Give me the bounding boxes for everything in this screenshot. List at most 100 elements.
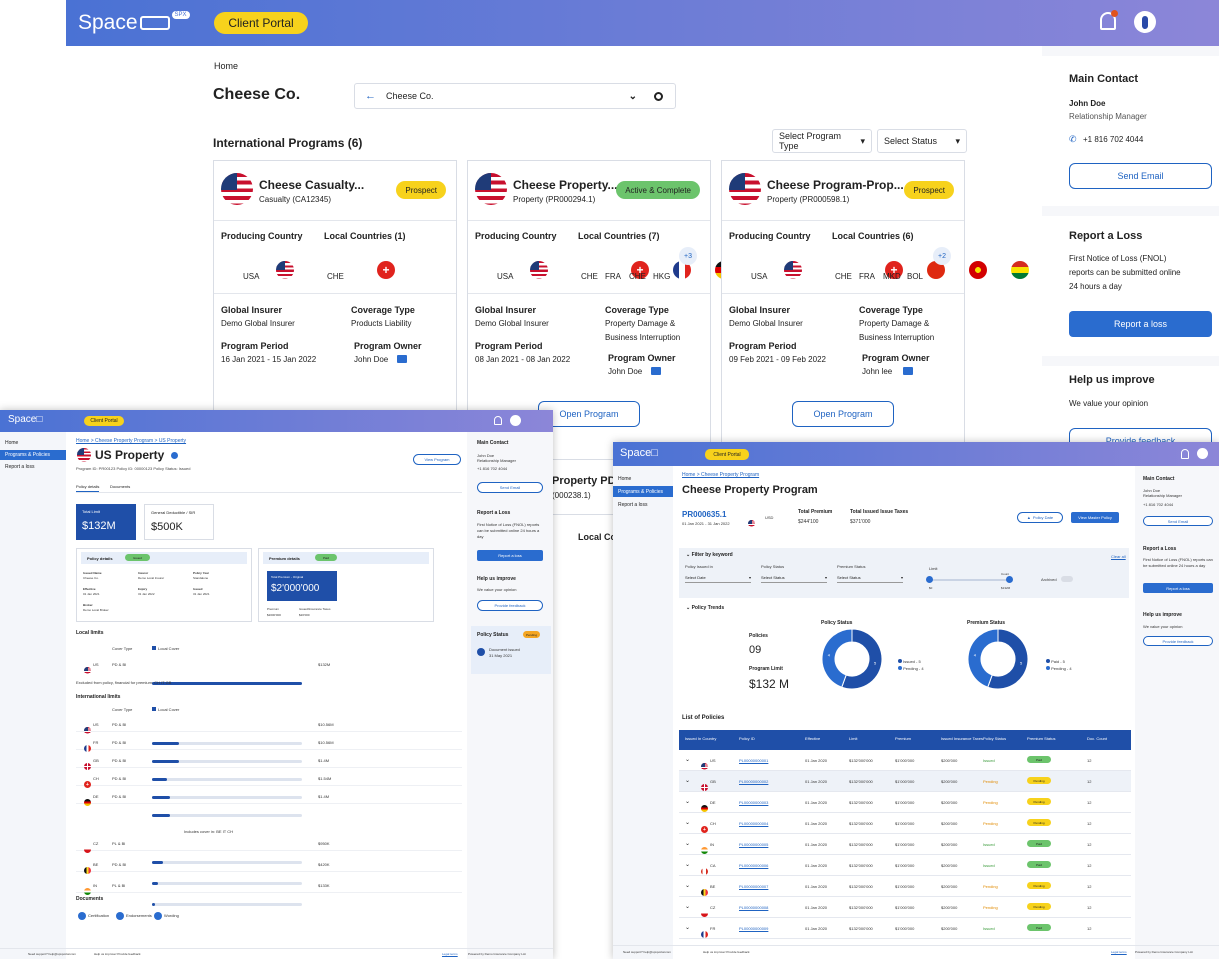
footer-legal[interactable]: Legal terms (1111, 950, 1127, 954)
policy-id-link[interactable]: PL00000000009 (739, 926, 768, 931)
policy-id-link[interactable]: PL00000000004 (739, 821, 768, 826)
bell-icon[interactable] (1181, 449, 1189, 459)
clear-all-link[interactable]: Clear all (1111, 554, 1126, 559)
nav-home[interactable]: Home (618, 476, 631, 482)
open-program-button[interactable]: Open Program (792, 401, 894, 427)
policy-id-link[interactable]: PL00000000007 (739, 884, 768, 889)
column-header[interactable]: Limit (849, 736, 895, 741)
table-row[interactable]: ⌄ CZ PL00000000008 01 Jan 2020 $132'000'000 $… (679, 897, 1131, 918)
expand-chevron-icon[interactable]: ⌄ (685, 903, 690, 910)
contact-phone[interactable]: +1 816 702 4044 (1083, 135, 1143, 144)
report-loss-button[interactable]: Report a loss (477, 550, 543, 561)
program-type-filter[interactable]: Select Program Type ▾ (772, 129, 872, 153)
expand-chevron-icon[interactable]: ⌄ (685, 756, 690, 763)
table-row[interactable]: ⌄ CH PL00000000004 01 Jan 2020 $132'000'000 $… (679, 813, 1131, 834)
client-portal-badge[interactable]: Client Portal (705, 449, 749, 460)
tab-policy-details[interactable]: Policy details (76, 484, 100, 492)
policy-id-link[interactable]: PL00000000008 (739, 905, 768, 910)
expand-chevron-icon[interactable]: ⌄ (685, 798, 690, 805)
document-icon[interactable] (78, 912, 86, 920)
table-row[interactable]: ⌄ BE PL00000000007 01 Jan 2020 $132'000'000 $… (679, 876, 1131, 897)
expand-chevron-icon[interactable]: ⌄ (685, 819, 690, 826)
open-program-button[interactable]: Open Program (538, 401, 640, 427)
contact-card-icon[interactable] (397, 355, 407, 363)
back-arrow-icon[interactable]: ← (365, 90, 376, 102)
document-link[interactable]: Endorsements (126, 913, 152, 918)
table-row[interactable]: ⌄ DE PL00000000003 01 Jan 2020 $132'000'000 $… (679, 792, 1131, 813)
send-email-button[interactable]: Send Email (477, 482, 543, 493)
column-header[interactable]: Effective (805, 736, 851, 741)
user-avatar-icon[interactable] (1197, 448, 1208, 459)
logo[interactable]: Space□ (620, 447, 658, 459)
filter-select[interactable]: Select Status ▾ (761, 572, 827, 583)
expand-chevron-icon[interactable]: ⌄ (685, 840, 690, 847)
view-program-button[interactable]: View Program (413, 454, 461, 465)
contact-phone[interactable]: +1 816 702 4044 (1143, 502, 1173, 507)
document-icon[interactable] (116, 912, 124, 920)
send-email-button[interactable]: Send Email (1069, 163, 1212, 189)
send-email-button[interactable]: Send Email (1143, 516, 1213, 526)
document-link[interactable]: Certification (88, 913, 109, 918)
view-master-policy-button[interactable]: View Master Policy (1071, 512, 1119, 523)
policy-id-link[interactable]: PL00000000006 (739, 863, 768, 868)
tab-documents[interactable]: Documents (110, 484, 130, 489)
breadcrumb[interactable]: Home (214, 61, 238, 71)
column-header[interactable]: Issued In Country (685, 736, 731, 741)
nav-programs-policies[interactable]: Programs & Policies (0, 450, 66, 460)
policy-date-button[interactable]: ▲ Policy Date (1017, 512, 1063, 523)
footer-support[interactable]: Need support? help@spxportal.com (623, 950, 671, 954)
company-selector[interactable]: ← Cheese Co. ⌄ (354, 83, 676, 109)
table-row[interactable]: ⌄ GB PL00000000002 01 Jan 2020 $132'000'000 $… (679, 771, 1131, 792)
policy-id-link[interactable]: PL00000000002 (739, 779, 768, 784)
limit-slider[interactable] (926, 576, 1013, 583)
client-portal-badge[interactable]: Client Portal (214, 12, 308, 34)
column-header[interactable]: Policy Status (983, 736, 1029, 741)
contact-card-icon[interactable] (903, 367, 913, 375)
report-loss-button[interactable]: Report a loss (1143, 583, 1213, 593)
filter-select[interactable]: Select Date ▾ (685, 572, 751, 583)
nav-programs-policies[interactable]: Programs & Policies (613, 486, 673, 497)
document-link[interactable]: Wording (164, 913, 179, 918)
user-avatar-icon[interactable] (1134, 11, 1156, 33)
filter-select[interactable]: Select Status ▾ (837, 572, 903, 583)
column-header[interactable]: Doc. Count (1087, 736, 1133, 741)
expand-chevron-icon[interactable]: ⌄ (685, 861, 690, 868)
slider-handle[interactable] (1006, 576, 1013, 583)
policy-id-link[interactable]: PL00000000005 (739, 842, 768, 847)
chevron-down-icon[interactable]: ⌄ (629, 91, 637, 102)
table-row[interactable]: ⌄ US PL00000000001 01 Jan 2020 $132'000'000 $… (679, 750, 1131, 771)
nav-report-loss[interactable]: Report a loss (618, 502, 647, 508)
contact-phone[interactable]: +1 816 702 4044 (477, 466, 507, 471)
program-card[interactable]: Cheese Program-Prop... Property (PR000598… (721, 160, 1029, 460)
footer-support[interactable]: Need support? help@spxportal.com (28, 952, 76, 956)
expand-chevron-icon[interactable]: ⌄ (685, 882, 690, 889)
policy-id-link[interactable]: PL00000000003 (739, 800, 768, 805)
more-countries-badge[interactable]: +2 (933, 247, 951, 265)
search-icon[interactable] (654, 91, 663, 101)
filter-title[interactable]: ⌄ Filter by keyword (686, 552, 733, 558)
right-breadcrumb[interactable]: Home > Cheese Property Program (682, 472, 759, 478)
slider-handle[interactable] (926, 576, 933, 583)
logo[interactable]: Space SPX (78, 11, 190, 35)
footer-legal[interactable]: Legal terms (442, 952, 458, 956)
status-filter[interactable]: Select Status ▾ (877, 129, 967, 153)
left-breadcrumb[interactable]: Home > Cheese Property Program > US Prop… (76, 438, 186, 444)
table-row[interactable]: ⌄ FR PL00000000009 01 Jan 2020 $132'000'000 $… (679, 918, 1131, 939)
document-icon[interactable] (154, 912, 162, 920)
nav-report-loss[interactable]: Report a loss (5, 464, 34, 470)
nav-home[interactable]: Home (5, 440, 18, 446)
bell-icon[interactable] (494, 416, 502, 425)
footer-feedback[interactable]: Help us improve! Provide feedback (94, 952, 141, 956)
contact-card-icon[interactable] (651, 367, 661, 375)
provide-feedback-button[interactable]: Provide feedback (1143, 636, 1213, 646)
client-portal-badge[interactable]: Client Portal (84, 416, 124, 426)
expand-chevron-icon[interactable]: ⌄ (685, 777, 690, 784)
archived-toggle[interactable] (1061, 576, 1073, 582)
column-header[interactable]: Premium Status (1027, 736, 1073, 741)
report-loss-button[interactable]: Report a loss (1069, 311, 1212, 337)
user-avatar-icon[interactable] (510, 415, 521, 426)
provide-feedback-button[interactable]: Provide feedback (477, 600, 543, 611)
column-header[interactable]: Policy ID (739, 736, 785, 741)
footer-feedback[interactable]: Help us improve! Provide feedback (703, 950, 750, 954)
table-row[interactable]: ⌄ CA PL00000000006 01 Jan 2020 $132'000'000 $… (679, 855, 1131, 876)
